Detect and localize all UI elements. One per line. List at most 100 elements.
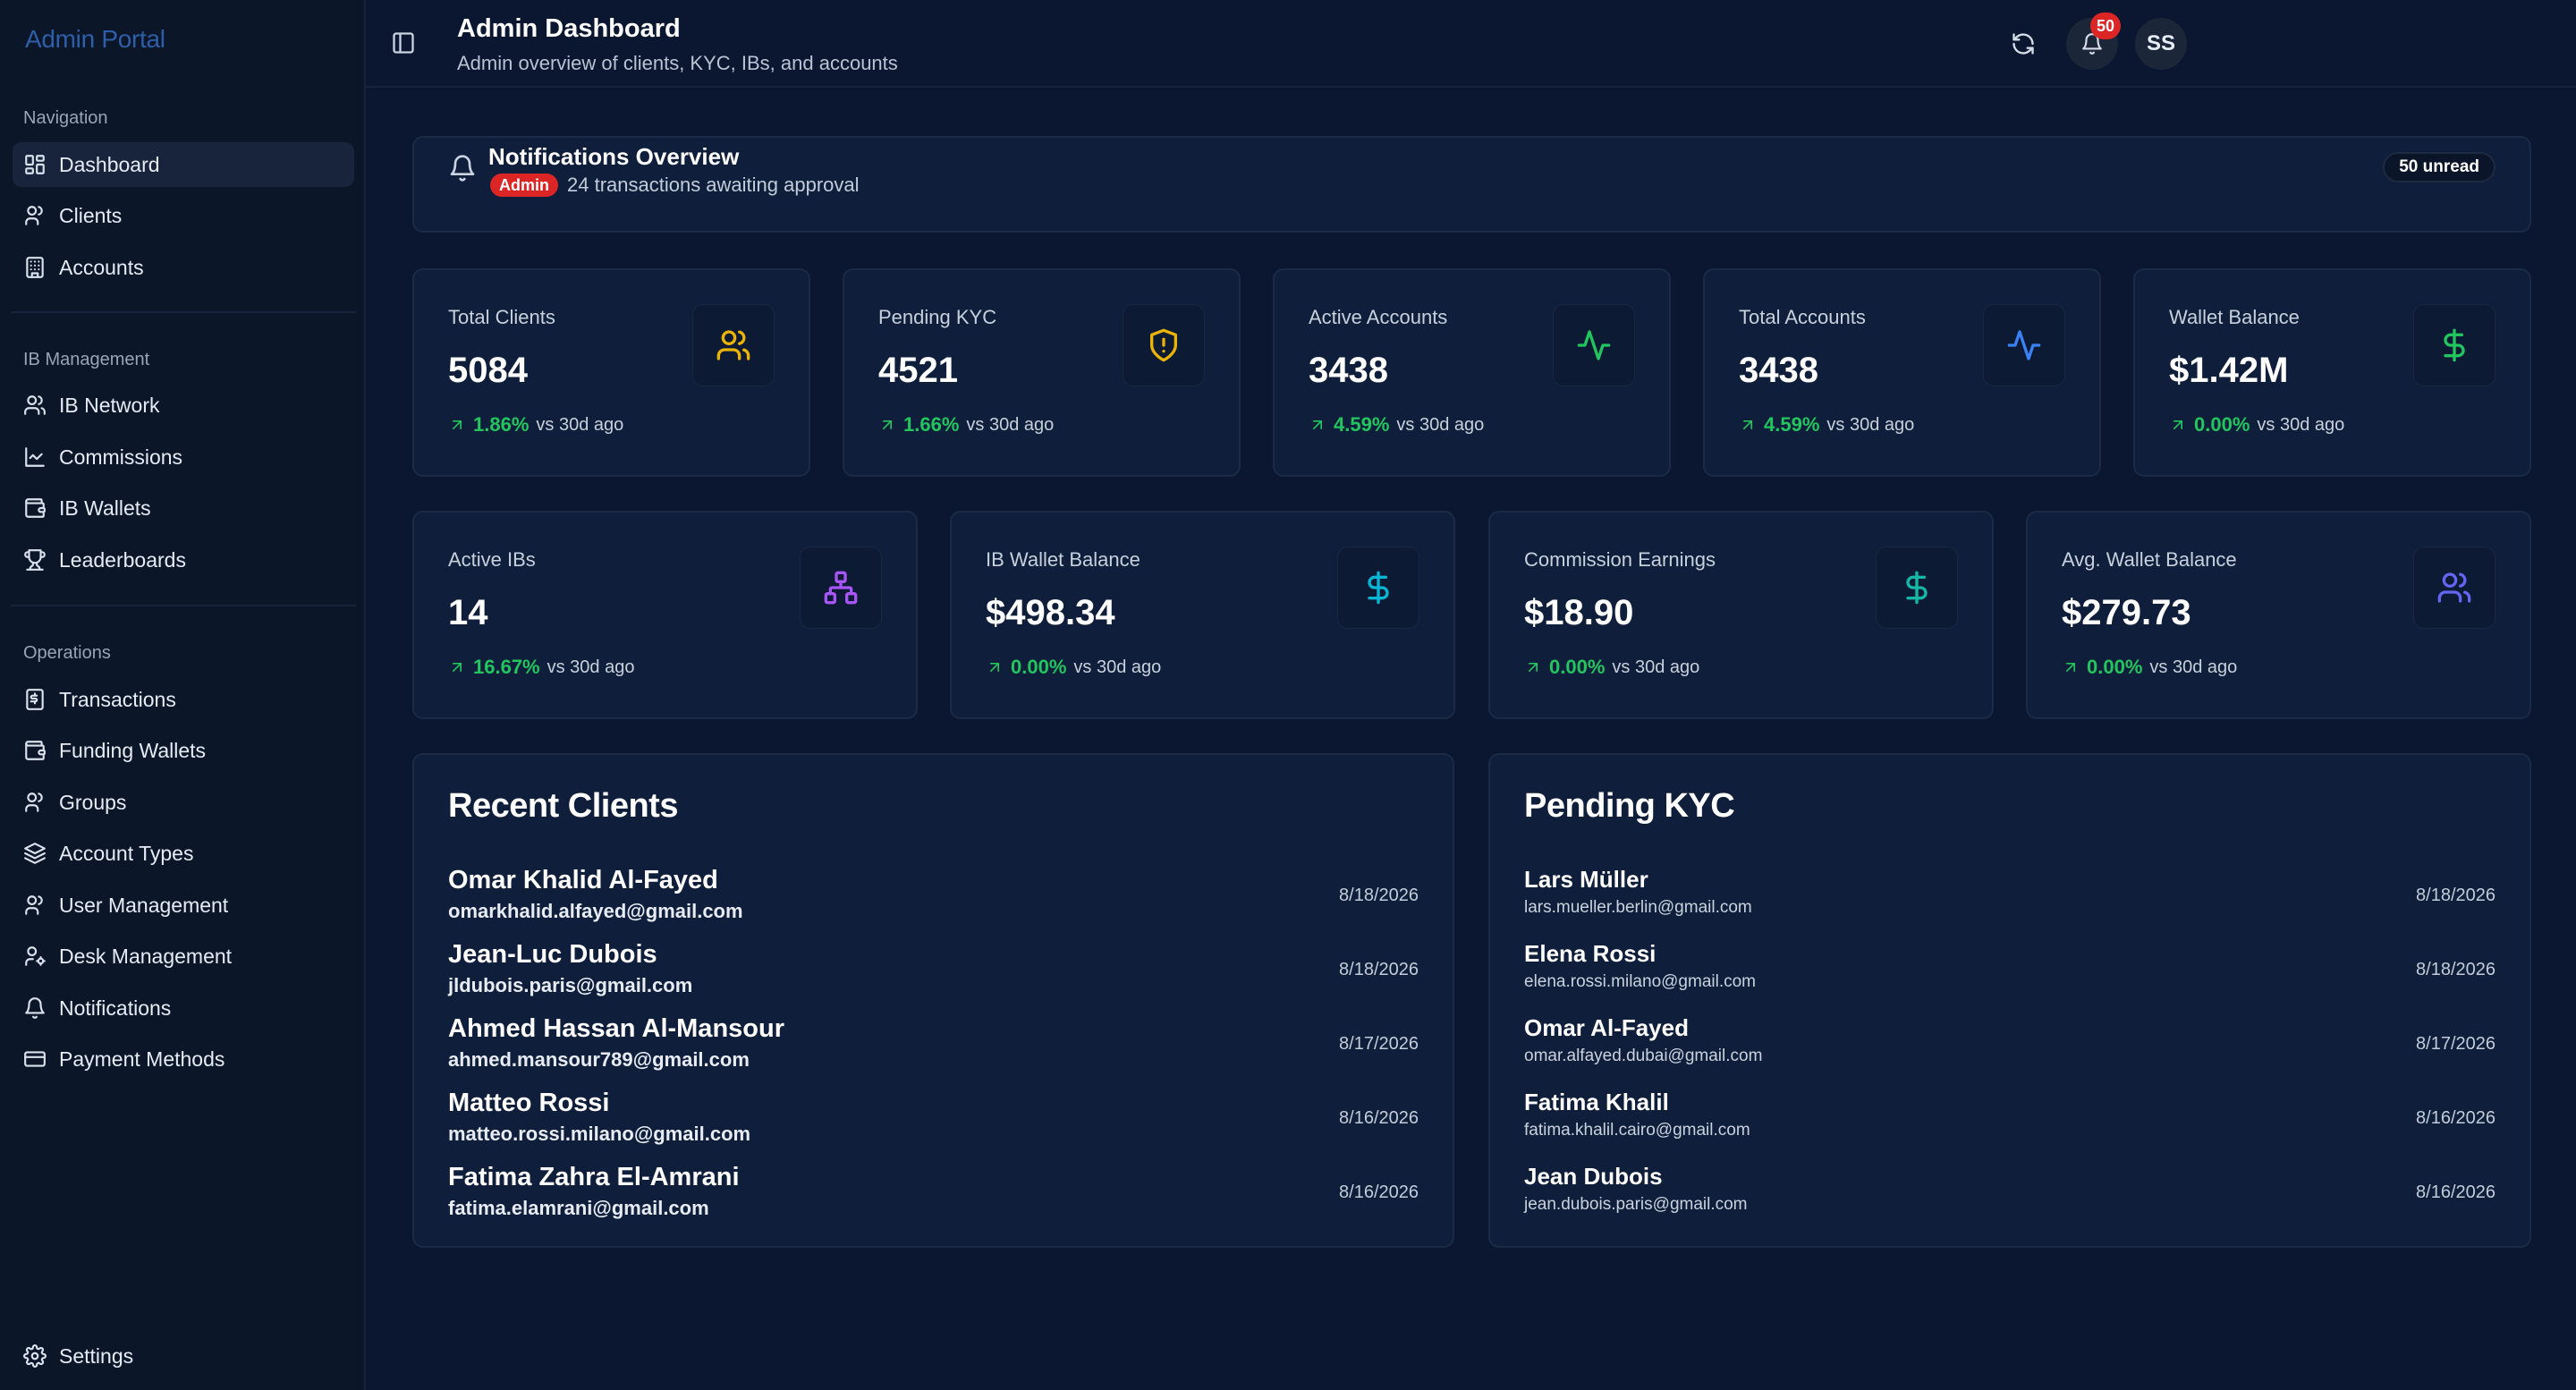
arrow-up-right-icon <box>2062 658 2080 676</box>
sidebar-item-desk-management[interactable]: Desk Management <box>13 934 354 979</box>
sidebar-item-label: Groups <box>59 790 127 814</box>
sidebar-item-label: Clients <box>59 203 123 227</box>
sidebar-item-settings[interactable]: Settings <box>13 1334 354 1378</box>
list-item-name: Omar Al-Fayed <box>1524 1014 1689 1041</box>
list-item[interactable]: Omar Al-Fayed omar.alfayed.dubai@gmail.co… <box>1524 1014 2496 1077</box>
list-item-date: 8/17/2026 <box>1339 1034 1419 1054</box>
notifications-overview-card[interactable]: Notifications Overview Admin 24 transact… <box>412 136 2531 233</box>
sidebar-item-funding-wallets[interactable]: Funding Wallets <box>13 728 354 773</box>
receipt-icon <box>23 688 47 711</box>
list-item[interactable]: Fatima Zahra El-Amrani fatima.elamrani@gm… <box>448 1163 1419 1225</box>
sidebar-item-label: Commissions <box>59 445 183 469</box>
sidebar-item-commissions[interactable]: Commissions <box>13 435 354 479</box>
stat-card[interactable]: Wallet Balance $1.42M 0.00% vs 30d ago <box>2133 268 2531 477</box>
wallet-icon <box>23 739 47 762</box>
list-item[interactable]: Jean-Luc Dubois jldubois.paris@gmail.com 8… <box>448 940 1419 1003</box>
stat-value: 3438 <box>1309 351 1388 390</box>
list-item-email: omarkhalid.alfayed@gmail.com <box>448 900 743 922</box>
sidebar-item-label: Notifications <box>59 996 172 1020</box>
list-item-email: fatima.khalil.cairo@gmail.com <box>1524 1121 1750 1140</box>
sidebar-item-groups[interactable]: Groups <box>13 780 354 825</box>
list-item[interactable]: Matteo Rossi matteo.rossi.milano@gmail.co… <box>448 1089 1419 1151</box>
sidebar-item-label: User Management <box>59 893 229 917</box>
list-item-name: Ahmed Hassan Al-Mansour <box>448 1014 784 1043</box>
users-icon <box>23 394 47 417</box>
stat-card[interactable]: Total Accounts 3438 4.59% vs 30d ago <box>1703 268 2101 477</box>
list-item[interactable]: Ahmed Hassan Al-Mansour ahmed.mansour789@… <box>448 1014 1419 1077</box>
dollar-icon <box>2413 304 2496 386</box>
avatar[interactable]: SS <box>2135 18 2187 70</box>
sidebar-item-ib-network[interactable]: IB Network <box>13 383 354 428</box>
list-item-email: fatima.elamrani@gmail.com <box>448 1197 709 1219</box>
stat-value: 5084 <box>448 351 528 390</box>
stat-trend: 1.86% vs 30d ago <box>448 413 623 436</box>
stat-card[interactable]: Commission Earnings $18.90 0.00% vs 30d ago <box>1488 511 1994 719</box>
sidebar-item-ib-wallets[interactable]: IB Wallets <box>13 486 354 530</box>
notifications-message: 24 transactions awaiting approval <box>567 174 860 196</box>
stat-value: 4521 <box>878 351 958 390</box>
stat-trend: 16.67% vs 30d ago <box>448 656 634 679</box>
stat-label: Wallet Balance <box>2169 306 2300 328</box>
list-item[interactable]: Fatima Khalil fatima.khalil.cairo@gmail.c… <box>1524 1089 2496 1151</box>
sidebar-item-label: Funding Wallets <box>59 738 207 762</box>
refresh-button[interactable] <box>1997 18 2049 70</box>
list-item-date: 8/18/2026 <box>1339 886 1419 905</box>
sidebar-item-accounts[interactable]: Accounts <box>13 245 354 290</box>
sidebar-item-dashboard[interactable]: Dashboard <box>13 142 354 187</box>
stat-trend: 1.66% vs 30d ago <box>878 413 1054 436</box>
brand-logo[interactable]: Admin Portal <box>25 25 165 54</box>
unread-count-badge: 50 unread <box>2383 152 2496 182</box>
wallet-icon <box>23 496 47 520</box>
sidebar-item-label: Dashboard <box>59 152 160 176</box>
stat-card[interactable]: Active IBs 14 16.67% vs 30d ago <box>412 511 918 719</box>
pending-kyc-title: Pending KYC <box>1524 787 1735 825</box>
activity-icon <box>1983 304 2065 386</box>
sidebar-item-user-management[interactable]: User Management <box>13 883 354 928</box>
sidebar-item-label: Leaderboards <box>59 547 186 572</box>
sidebar-item-transactions[interactable]: Transactions <box>13 677 354 722</box>
list-item-name: Omar Khalid Al-Fayed <box>448 866 718 894</box>
sidebar-item-account-types[interactable]: Account Types <box>13 831 354 876</box>
sidebar: Admin Portal Navigation Dashboard Client… <box>0 0 366 1390</box>
building-icon <box>23 256 47 279</box>
list-item[interactable]: Omar Khalid Al-Fayed omarkhalid.alfayed@g… <box>448 866 1419 928</box>
sidebar-item-leaderboards[interactable]: Leaderboards <box>13 538 354 582</box>
credit-card-icon <box>23 1047 47 1071</box>
stat-label: Avg. Wallet Balance <box>2062 548 2237 571</box>
list-item[interactable]: Jean Dubois jean.dubois.paris@gmail.com 8/… <box>1524 1163 2496 1225</box>
stat-change: 1.66% <box>903 413 960 436</box>
stat-card[interactable]: Total Clients 5084 1.86% vs 30d ago <box>412 268 810 477</box>
activity-icon <box>1553 304 1635 386</box>
list-item-email: lars.mueller.berlin@gmail.com <box>1524 898 1752 917</box>
stat-period: vs 30d ago <box>536 414 624 435</box>
stat-label: Total Accounts <box>1739 306 1866 328</box>
stat-period: vs 30d ago <box>1612 657 1700 677</box>
list-item[interactable]: Elena Rossi elena.rossi.milano@gmail.com 8… <box>1524 940 2496 1003</box>
list-item-name: Jean-Luc Dubois <box>448 940 657 969</box>
stat-trend: 4.59% vs 30d ago <box>1309 413 1484 436</box>
arrow-up-right-icon <box>1524 658 1542 676</box>
notification-count-badge: 50 <box>2090 13 2121 39</box>
stat-card[interactable]: Active Accounts 3438 4.59% vs 30d ago <box>1273 268 1671 477</box>
stat-change: 0.00% <box>1549 656 1606 678</box>
user-icon <box>23 791 47 814</box>
list-item[interactable]: Lars Müller lars.mueller.berlin@gmail.com… <box>1524 866 2496 928</box>
stat-label: IB Wallet Balance <box>986 548 1140 571</box>
users-icon <box>2413 547 2496 629</box>
stat-period: vs 30d ago <box>1826 414 1915 435</box>
sidebar-toggle-icon[interactable] <box>391 30 416 55</box>
dollar-icon <box>1337 547 1419 629</box>
sidebar-item-label: Desk Management <box>59 944 233 968</box>
stat-card[interactable]: Pending KYC 4521 1.66% vs 30d ago <box>843 268 1241 477</box>
stat-trend: 0.00% vs 30d ago <box>986 656 1161 679</box>
sidebar-item-notifications[interactable]: Notifications <box>13 986 354 1030</box>
stat-change: 4.59% <box>1764 413 1820 436</box>
stat-card[interactable]: IB Wallet Balance $498.34 0.00% vs 30d ago <box>950 511 1455 719</box>
sidebar-item-clients[interactable]: Clients <box>13 193 354 238</box>
stat-card[interactable]: Avg. Wallet Balance $279.73 0.00% vs 30d ag… <box>2026 511 2531 719</box>
dashboard-icon <box>23 153 47 176</box>
sidebar-item-payment-methods[interactable]: Payment Methods <box>13 1037 354 1081</box>
stat-label: Commission Earnings <box>1524 548 1716 571</box>
stat-period: vs 30d ago <box>547 657 635 677</box>
gear-icon <box>23 1344 47 1368</box>
